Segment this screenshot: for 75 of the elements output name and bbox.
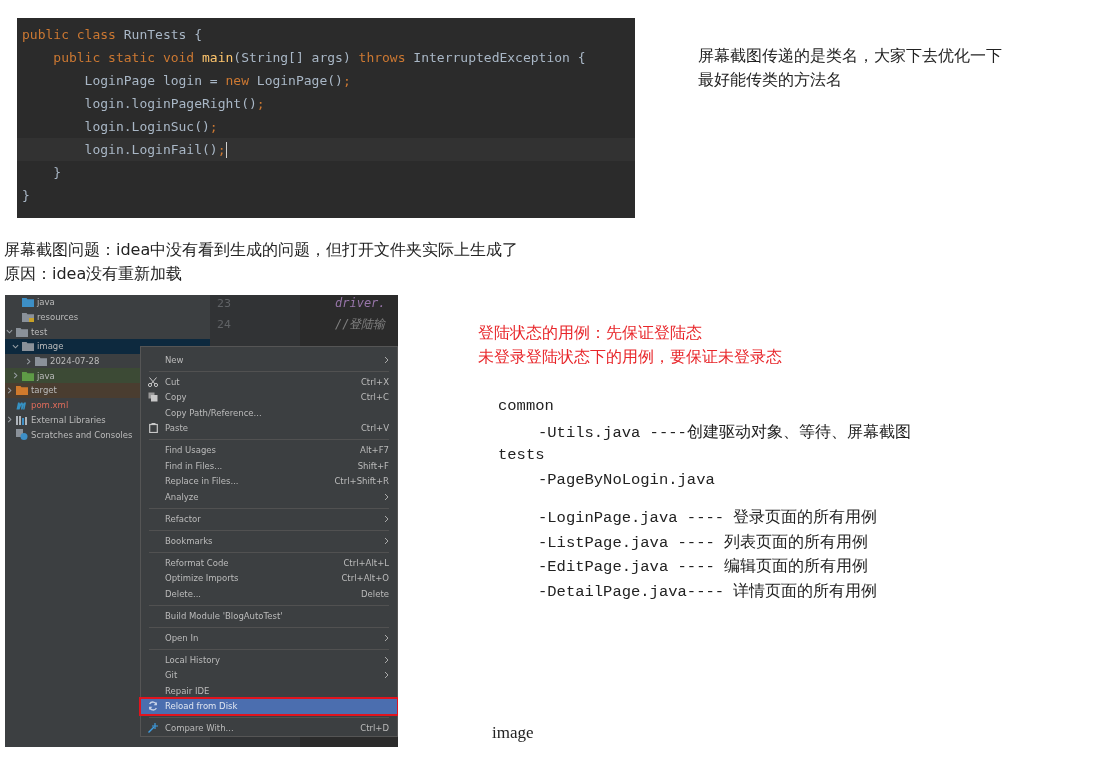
menu-item[interactable]: Build Module 'BlogAutoTest' (141, 608, 397, 624)
outline-item: tests (498, 446, 546, 466)
code-line: driver. (335, 295, 387, 312)
library-icon (16, 414, 28, 425)
menu-item[interactable]: Optimize Imports Ctrl+Alt+O (141, 570, 397, 586)
code-line: //登陆输 (335, 316, 387, 333)
outline-item: -LoginPage.java ---- 登录页面的所有用例 (538, 508, 879, 529)
folder-icon (22, 297, 34, 308)
code-line: login.LoginSuc(); (83, 118, 219, 136)
outline-item: -ListPage.java ---- 列表页面的所有用例 (538, 532, 870, 554)
tree-item[interactable]: test (5, 324, 210, 340)
code-line: public class RunTests { (22, 26, 204, 44)
outline-item: -DetailPage.java---- 详情页面的所有用例 (538, 581, 879, 603)
menu-item[interactable]: Reload from Disk (141, 698, 397, 714)
shortcut-text: Ctrl+C (360, 392, 389, 403)
refresh-icon (148, 701, 158, 712)
scratches-icon (16, 429, 28, 441)
shortcut-text: Shift+F (357, 460, 389, 471)
menu-item[interactable]: Reformat Code Ctrl+Alt+L (141, 555, 397, 571)
menu-item[interactable]: Find in Files... Shift+F (141, 458, 397, 474)
menu-item[interactable]: Refactor (141, 511, 397, 527)
note-text: 屏幕截图问题：idea中没有看到生成的问题，但打开文件夹实际上生成了 (4, 239, 520, 261)
clipboard-icon (148, 423, 158, 434)
shortcut-text: Delete (361, 588, 389, 599)
tree-item[interactable]: resources (5, 309, 210, 325)
copy-icon (148, 392, 158, 403)
menu-item[interactable]: Find Usages Alt+F7 (141, 442, 397, 458)
chevron-right-icon (384, 492, 389, 501)
shortcut-text: Ctrl+D (360, 723, 389, 734)
menu-item[interactable]: Local History (141, 652, 397, 668)
outline-item: -Utils.java ----创建驱动对象、等待、屏幕截图 (538, 422, 911, 444)
scissors-icon (148, 376, 158, 387)
note-text: 最好能传类的方法名 (698, 69, 843, 91)
outline-item: -PageByNoLogin.java (538, 470, 716, 491)
menu-item[interactable]: Bookmarks (141, 533, 397, 549)
maven-icon (16, 400, 28, 410)
chevron-right-icon (384, 514, 389, 523)
code-line: } (52, 164, 63, 182)
compare-icon (148, 723, 158, 734)
menu-item[interactable]: Delete... Delete (141, 586, 397, 602)
shortcut-text: Ctrl+Alt+L (343, 557, 389, 568)
caption-text: image (492, 723, 535, 743)
outline-item: common (498, 397, 555, 417)
note-text: 未登录登陆状态下的用例，要保证未登录态 (478, 346, 783, 368)
note-text: 登陆状态的用例：先保证登陆态 (478, 322, 703, 344)
shortcut-text: Ctrl+Alt+O (341, 573, 389, 584)
menu-item[interactable]: Open In (141, 630, 397, 646)
folder-icon (22, 341, 34, 352)
menu-item[interactable]: Analyze (141, 489, 397, 505)
note-text: 屏幕截图传递的是类名，大家下去优化一下 (698, 45, 1002, 67)
shortcut-text: Ctrl+V (360, 423, 389, 434)
shortcut-text: Ctrl+X (360, 376, 389, 387)
menu-item[interactable]: Repair IDE (141, 683, 397, 699)
menu-item[interactable]: Git (141, 667, 397, 683)
menu-item[interactable]: Replace in Files... Ctrl+Shift+R (141, 473, 397, 489)
folder-icon (16, 326, 28, 337)
chevron-right-icon (384, 355, 389, 364)
menu-item[interactable]: Copy Path/Reference... (141, 405, 397, 421)
chevron-right-icon (384, 633, 389, 642)
folder-icon (22, 312, 34, 323)
code-line: } (22, 187, 31, 205)
chevron-right-icon[interactable] (5, 416, 13, 424)
tree-item[interactable]: java (5, 295, 210, 310)
chevron-right-icon (384, 536, 389, 545)
shortcut-text: Alt+F7 (360, 445, 389, 456)
outline-item: -EditPage.java ---- 编辑页面的所有用例 (538, 557, 870, 578)
note-text: 原因：idea没有重新加载 (4, 263, 184, 285)
folder-icon (22, 370, 34, 381)
menu-item[interactable]: New (141, 352, 397, 368)
code-line: LoginPage login = new LoginPage(); (83, 72, 352, 90)
menu-item[interactable]: Paste Ctrl+V (141, 420, 397, 436)
menu-item[interactable]: Compare With... Ctrl+D (141, 720, 397, 736)
shortcut-text: Ctrl+Shift+R (334, 476, 389, 487)
code-line: login.loginPageRight(); (83, 95, 266, 113)
code-line: public static void main(String[] args) throws InterruptedException { (52, 49, 587, 67)
